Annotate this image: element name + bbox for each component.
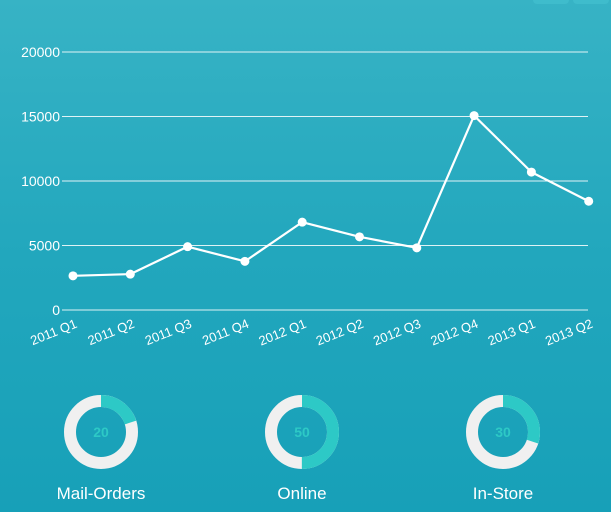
donut-online: 50 Online (222, 392, 382, 504)
x-tick-label: 2011 Q2 (85, 316, 136, 348)
x-tick-label: 2011 Q3 (143, 316, 194, 348)
donut-value: 50 (294, 424, 310, 440)
donut-mail-orders: 20 Mail-Orders (21, 392, 181, 504)
donut-value: 20 (93, 424, 109, 440)
line-chart: 050001000015000200002011 Q1 2011 Q2 2011 Q… (21, 44, 595, 349)
data-point (355, 232, 364, 242)
donut-ring: 30 (466, 395, 540, 469)
data-point (584, 196, 594, 206)
donut-in-store: 30 In-Store (423, 392, 583, 504)
x-tick-label: 2012 Q3 (371, 316, 423, 349)
y-tick-label: 0 (52, 302, 60, 318)
data-point (526, 167, 536, 177)
y-tick-label: 5000 (29, 238, 60, 254)
x-tick-label: 2012 Q2 (314, 316, 366, 349)
data-point (469, 111, 479, 121)
x-tick-label: 2011 Q4 (200, 316, 251, 348)
x-tick-label: 2012 Q1 (256, 316, 308, 349)
donut-ring: 50 (265, 395, 339, 469)
y-tick-label: 15000 (21, 109, 60, 125)
y-tick-label: 20000 (21, 44, 60, 60)
x-tick-label: 2013 Q1 (486, 316, 538, 349)
data-point (183, 242, 193, 252)
data-point (412, 243, 422, 253)
data-point (297, 217, 307, 227)
donut-label: Online (277, 484, 327, 503)
x-tick-label: 2013 Q2 (543, 316, 595, 349)
x-tick-label: 2011 Q1 (28, 316, 79, 348)
x-tick-label: 2012 Q4 (428, 316, 480, 349)
donut-ring: 20 (64, 395, 138, 469)
y-tick-label: 10000 (21, 173, 60, 189)
donut-label: In-Store (472, 484, 534, 503)
data-point (68, 271, 78, 281)
donut-value: 30 (495, 424, 511, 440)
data-point (125, 269, 135, 279)
data-point (240, 256, 250, 266)
donut-label: Mail-Orders (56, 484, 146, 503)
series-line (72, 114, 590, 277)
